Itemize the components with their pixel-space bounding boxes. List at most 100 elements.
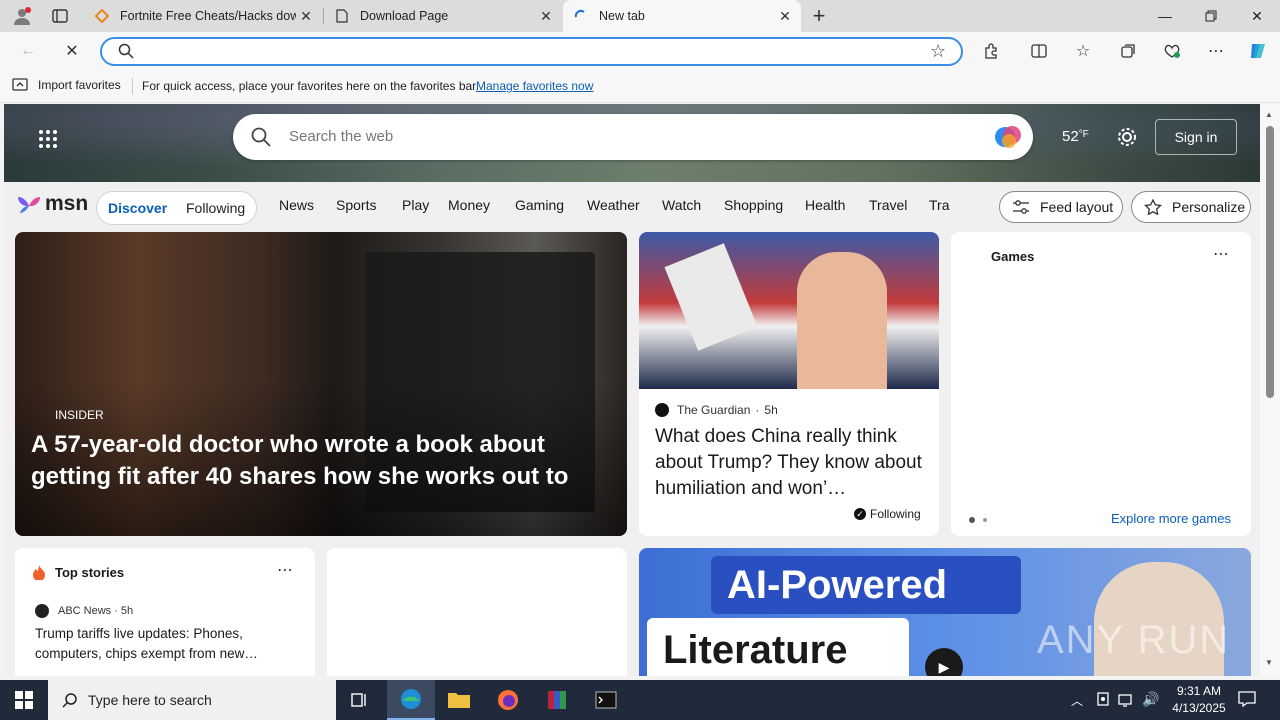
nav-news[interactable]: News	[279, 197, 314, 213]
clock-date: 4/13/2025	[1172, 701, 1226, 715]
weather-temperature[interactable]: 52 °F	[1062, 128, 1089, 145]
favorites-icon[interactable]: ☆	[1067, 35, 1099, 67]
settings-gear-icon[interactable]	[1116, 126, 1138, 153]
back-icon[interactable]: ←	[12, 35, 44, 67]
explore-more-games-link[interactable]: Explore more games	[1111, 511, 1231, 526]
nav-travel[interactable]: Travel	[869, 197, 907, 213]
ad-card[interactable]: AI-Powered Literature ANY RUN ▶	[639, 548, 1251, 676]
page-scrollbar[interactable]: ▲ ▼	[1260, 104, 1280, 676]
nav-money[interactable]: Money	[448, 197, 490, 213]
edge-taskbar-icon[interactable]	[387, 680, 435, 720]
scroll-up-icon[interactable]: ▲	[1265, 110, 1273, 119]
restore-icon[interactable]	[1188, 0, 1234, 32]
nav-sports[interactable]: Sports	[336, 197, 376, 213]
scrollbar-thumb[interactable]	[1266, 126, 1274, 398]
nav-shopping[interactable]: Shopping	[724, 197, 783, 213]
abc-news-logo-icon	[35, 604, 49, 618]
show-hidden-icons-icon[interactable]: ︿	[1071, 692, 1083, 709]
nav-overflow-item[interactable]: Tra	[929, 197, 949, 213]
web-search-box[interactable]: Search the web	[233, 114, 1033, 160]
tab-new-tab[interactable]: New tab ✕	[563, 0, 801, 32]
personalize-star-icon	[1144, 199, 1162, 215]
sign-in-button[interactable]: Sign in	[1155, 119, 1237, 155]
carousel-dot[interactable]	[983, 518, 987, 522]
close-tab-icon[interactable]: ✕	[538, 8, 554, 24]
hero-story-headline[interactable]: A 57-year-old doctor who wrote a book ab…	[31, 429, 616, 493]
divider	[132, 78, 133, 94]
network-icon[interactable]	[1118, 692, 1134, 713]
start-button-icon[interactable]	[0, 680, 48, 720]
msn-logo-text: msn	[45, 192, 89, 215]
web-search-placeholder: Search the web	[289, 128, 394, 145]
top-stories-more-options-icon[interactable]: ⋯	[277, 560, 293, 580]
feed-layout-button[interactable]: Feed layout	[999, 191, 1123, 223]
favorites-message: For quick access, place your favorites h…	[142, 79, 479, 93]
discover-tab[interactable]: Discover	[108, 200, 167, 216]
profile-icon	[14, 7, 31, 25]
following-badge[interactable]: ✓ Following	[854, 507, 921, 521]
nav-health[interactable]: Health	[805, 197, 845, 213]
notifications-icon[interactable]	[1238, 691, 1256, 712]
tab-title: Download Page	[360, 9, 449, 23]
nav-gaming[interactable]: Gaming	[515, 197, 564, 213]
tab-download-page[interactable]: Download Page ✕	[324, 0, 562, 32]
profile-avatar[interactable]	[8, 4, 36, 28]
collections-icon[interactable]	[1112, 35, 1144, 67]
guardian-story-card[interactable]: The Guardian · 5h What does China really…	[639, 232, 939, 536]
winrar-icon[interactable]	[533, 680, 581, 720]
nav-watch[interactable]: Watch	[662, 197, 701, 213]
nav-weather[interactable]: Weather	[587, 197, 640, 213]
manage-favorites-link[interactable]: Manage favorites now	[476, 79, 593, 93]
tab-title: Fortnite Free Cheats/Hacks down	[120, 9, 296, 23]
close-window-icon[interactable]: ✕	[1234, 0, 1280, 32]
close-tab-icon[interactable]: ✕	[777, 8, 793, 24]
clock-time: 9:31 AM	[1176, 684, 1222, 698]
following-tab[interactable]: Following	[186, 200, 245, 216]
search-icon	[251, 127, 271, 152]
minimize-icon[interactable]: —	[1142, 0, 1188, 32]
terminal-icon[interactable]	[582, 680, 630, 720]
msn-logo[interactable]: msn	[16, 192, 88, 216]
more-options-icon[interactable]: ⋯	[1200, 35, 1232, 67]
stop-loading-icon[interactable]: ✕	[56, 35, 88, 67]
volume-icon[interactable]: 🔊	[1142, 691, 1159, 708]
network-status-icon[interactable]	[1096, 692, 1110, 713]
top-story-headline[interactable]: Trump tariffs live updates: Phones, comp…	[35, 624, 295, 664]
import-favorites-button[interactable]: Import favorites	[12, 78, 121, 92]
taskbar-clock[interactable]: 9:31 AM 4/13/2025	[1166, 683, 1232, 717]
tab-fortnite[interactable]: Fortnite Free Cheats/Hacks down ✕	[84, 0, 322, 32]
copilot-icon[interactable]	[1242, 35, 1274, 67]
personalize-button[interactable]: Personalize	[1131, 191, 1251, 223]
ad-watermark: ANY RUN	[1037, 618, 1231, 662]
abc-age: 5h	[120, 605, 134, 617]
top-stories-card: Top stories ⋯ ABC News · 5h Trump tariff…	[15, 548, 315, 676]
games-card: Games ⋯ Explore more games	[951, 232, 1251, 536]
ad-line1: AI-Powered	[727, 563, 948, 607]
tab-actions-icon[interactable]	[48, 6, 72, 26]
guardian-headline[interactable]: What does China really think about Trump…	[655, 424, 927, 502]
apps-grid-icon[interactable]	[38, 129, 58, 154]
taskbar-search-box[interactable]: Type here to search	[48, 680, 336, 720]
file-explorer-icon[interactable]	[435, 680, 483, 720]
carousel-dot-active[interactable]	[969, 517, 975, 523]
games-more-options-icon[interactable]: ⋯	[1213, 244, 1229, 264]
play-icon[interactable]: ▶	[925, 648, 963, 676]
scroll-down-icon[interactable]: ▼	[1265, 658, 1273, 667]
import-icon	[12, 78, 28, 91]
address-bar[interactable]: ☆	[100, 37, 963, 66]
new-tab-icon[interactable]: +	[806, 3, 832, 28]
add-favorite-star-icon[interactable]: ☆	[930, 41, 946, 62]
close-tab-icon[interactable]: ✕	[298, 8, 314, 24]
msn-new-tab-page: Search the web 52 °F Sign in msn Discover…	[4, 104, 1260, 676]
msn-butterfly-icon	[18, 197, 40, 213]
browser-essentials-icon[interactable]	[1156, 35, 1188, 67]
windows-taskbar: Type here to search ︿ 🔊 9:31 AM 4/13/202…	[0, 680, 1280, 720]
task-view-icon[interactable]	[336, 680, 384, 720]
nav-play[interactable]: Play	[402, 197, 429, 213]
split-screen-icon[interactable]	[1023, 35, 1055, 67]
copilot-search-icon[interactable]	[993, 123, 1023, 156]
firefox-icon[interactable]	[484, 680, 532, 720]
extensions-icon[interactable]	[975, 35, 1007, 67]
temperature-unit: °F	[1078, 129, 1089, 140]
hero-story-card[interactable]: INSIDER A 57-year-old doctor who wrote a…	[15, 232, 627, 536]
